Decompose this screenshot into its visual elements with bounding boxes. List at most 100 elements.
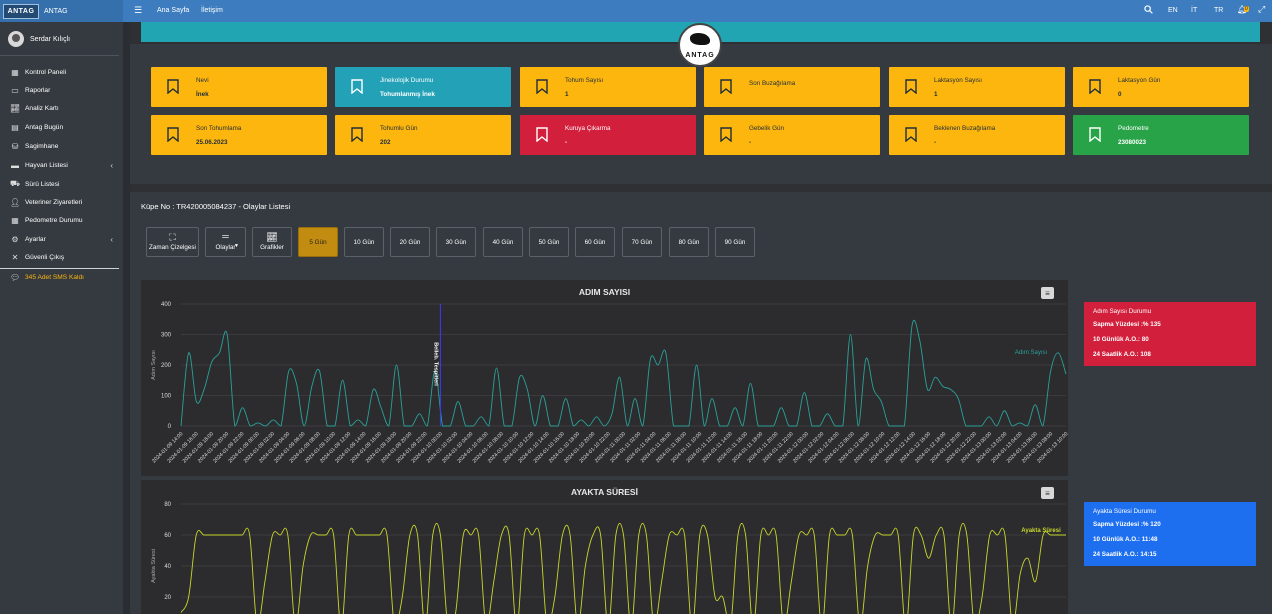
sidebar-item-herd-list[interactable]: ⛟ Sürü Listesi [10, 179, 113, 189]
sidebar-divider [0, 268, 119, 269]
brand-name: ANTAG [44, 7, 68, 15]
info-card: Son Buzağılama [704, 67, 880, 107]
y-tick-label: 60 [164, 533, 171, 539]
days-button[interactable]: 60 Gün [575, 227, 615, 257]
standing-status-box: Ayakta Süresi Durumu Sapma Yüzdesi :% 12… [1084, 502, 1256, 566]
days-button[interactable]: 40 Gün [483, 227, 523, 257]
chart-icon: 📈︎ [10, 104, 21, 113]
sidebar-item-animal-list[interactable]: ▬ Hayvan Listesi ‹ [10, 161, 113, 170]
sidebar-item-label: Ayarlar [25, 236, 46, 243]
annotation-label: Belleb. Tespitleri [432, 342, 438, 386]
sidebar-item-logout[interactable]: ✕ Güvenli Çıkış [10, 253, 113, 262]
top-navbar: ANTAG ANTAG ☰ Ana Sayfa İletişim EN İT T… [0, 0, 1272, 22]
card-value: 25.06.2023 [196, 138, 228, 146]
steps-avg10: 10 Günlük A.O.: 80 [1093, 336, 1149, 343]
legend-label: Adım Sayısı [1015, 350, 1048, 356]
days-button[interactable]: 90 Gün [715, 227, 755, 257]
days-button[interactable]: 80 Gün [669, 227, 709, 257]
sidebar-item-dashboard[interactable]: ▦ Kontrol Paneli [10, 68, 113, 77]
sidebar-item-label: Pedometre Durumu [25, 217, 83, 224]
sidebar-item-pedometer[interactable]: ▦ Pedometre Durumu [10, 216, 113, 225]
button-label: 60 Gün [584, 238, 606, 246]
nav-home-link[interactable]: Ana Sayfa [157, 7, 189, 14]
card-label: Beklenen Buzağılama [934, 124, 996, 132]
card-value: 202 [380, 138, 391, 146]
brand[interactable]: ANTAG ANTAG [0, 0, 123, 22]
user-name: Serdar Kılıçlı [30, 35, 71, 43]
search-icon[interactable] [1144, 5, 1153, 16]
avatar [8, 31, 24, 47]
info-card: Kuruya Çıkarma - [520, 115, 696, 155]
days-button[interactable]: 20 Gün [390, 227, 430, 257]
steps-status-box: Adım Sayısı Durumu Sapma Yüzdesi :% 135 … [1084, 302, 1256, 366]
sidebar-item-settings[interactable]: ⚙︎ Ayarlar ‹ [10, 235, 113, 244]
user-icon: 👤︎ [10, 198, 21, 207]
card-value: - [749, 138, 752, 146]
events-dropdown[interactable]: ＝ Olaylar ▼ [205, 227, 246, 257]
standing-chart: AYAKTA SÜRESİ ≡ 20 40 60 80 Ayakta Süresi Aya… [141, 480, 1068, 614]
chart-icon: 📈︎ [266, 232, 278, 242]
timeline-icon: ⛶ [169, 232, 176, 242]
menu-toggle-icon[interactable]: ☰ [134, 5, 142, 16]
button-label: 10 Gün [353, 238, 375, 246]
brand-logo: ANTAG [3, 3, 39, 19]
nav-contact-link[interactable]: İletişim [201, 7, 223, 14]
sidebar-item-milking[interactable]: ⛁ Sagimhane [10, 142, 113, 151]
days-button[interactable]: 70 Gün [622, 227, 662, 257]
caret-down-icon: ▼ [234, 243, 239, 249]
card-label: Son Tohumlama [196, 124, 242, 132]
close-icon: ✕ [11, 253, 19, 262]
button-label: Olaylar [215, 244, 236, 251]
sidebar-item-label: Güvenli Çıkış [25, 254, 65, 261]
series-line [180, 319, 1067, 427]
days-button[interactable]: 5 Gün [298, 227, 338, 257]
info-card: Son Tohumlama 25.06.2023 [151, 115, 327, 155]
sidebar-item-vet-visits[interactable]: 👤︎ Veteriner Ziyaretleri [10, 198, 113, 207]
bookmark-icon [905, 127, 919, 143]
sidebar-item-antag-today[interactable]: ▤ Antag Bugün [10, 123, 113, 132]
card-label: Pedometre [1118, 124, 1149, 132]
sidebar-gutter [123, 22, 130, 614]
button-label: 80 Gün [678, 238, 700, 246]
card-value: 1 [565, 90, 569, 98]
info-card: Nevi İnek [151, 67, 327, 107]
y-tick-label: 80 [164, 502, 171, 508]
bookmark-icon [720, 127, 734, 143]
sidebar-sms-count[interactable]: 💬︎ 345 Adet SMS Kaldı [10, 273, 113, 282]
info-card: Beklenen Buzağılama - [889, 115, 1065, 155]
days-button[interactable]: 10 Gün [344, 227, 384, 257]
antag-logo: ANTAG [678, 23, 722, 67]
card-value: - [565, 138, 568, 146]
button-label: 30 Gün [445, 238, 467, 246]
sidebar-item-label: Veteriner Ziyaretleri [25, 199, 83, 206]
days-button[interactable]: 30 Gün [436, 227, 476, 257]
chevron-left-icon: ‹ [110, 161, 113, 170]
card-label: Jinekolojik Durumu [380, 76, 434, 84]
button-label: 90 Gün [724, 238, 746, 246]
card-value: 23080023 [1118, 138, 1147, 146]
y-tick-label: 20 [164, 595, 171, 601]
bookmark-icon [1089, 127, 1103, 143]
fullscreen-icon[interactable]: ⤢ [1258, 4, 1265, 15]
gear-icon: ⚙︎ [11, 235, 19, 244]
user-panel[interactable]: Serdar Kılıçlı [8, 31, 70, 47]
days-button[interactable]: 50 Gün [529, 227, 569, 257]
y-tick-label: 100 [161, 394, 172, 400]
sidebar-item-label: Kontrol Paneli [25, 69, 67, 76]
charts-button[interactable]: 📈︎ Grafikler [252, 227, 292, 257]
info-card: Tohumlu Gün 202 [335, 115, 511, 155]
steps-avg24: 24 Saatlik A.O.: 108 [1093, 351, 1151, 358]
sidebar-item-reports[interactable]: ▭ Raporlar [10, 86, 113, 95]
calendar-icon: ▤ [11, 123, 19, 132]
notification-badge: 0 [1244, 6, 1249, 12]
y-axis-label: Ayakta Süresi [151, 549, 157, 583]
sms-label: 345 Adet SMS Kaldı [25, 274, 85, 281]
info-card: Tohum Sayısı 1 [520, 67, 696, 107]
lang-tr-link[interactable]: TR [1214, 7, 1223, 14]
lang-it-link[interactable]: İT [1191, 7, 1197, 14]
timeline-button[interactable]: ⛶ Zaman Çizelgesi [146, 227, 199, 257]
standing-avg10: 10 Günlük A.O.: 11:48 [1093, 536, 1158, 543]
standing-avg24: 24 Saatlik A.O.: 14:15 [1093, 551, 1157, 558]
sidebar-item-analysis-card[interactable]: 📈︎ Analiz Kartı [10, 104, 113, 113]
lang-en-link[interactable]: EN [1168, 7, 1178, 14]
